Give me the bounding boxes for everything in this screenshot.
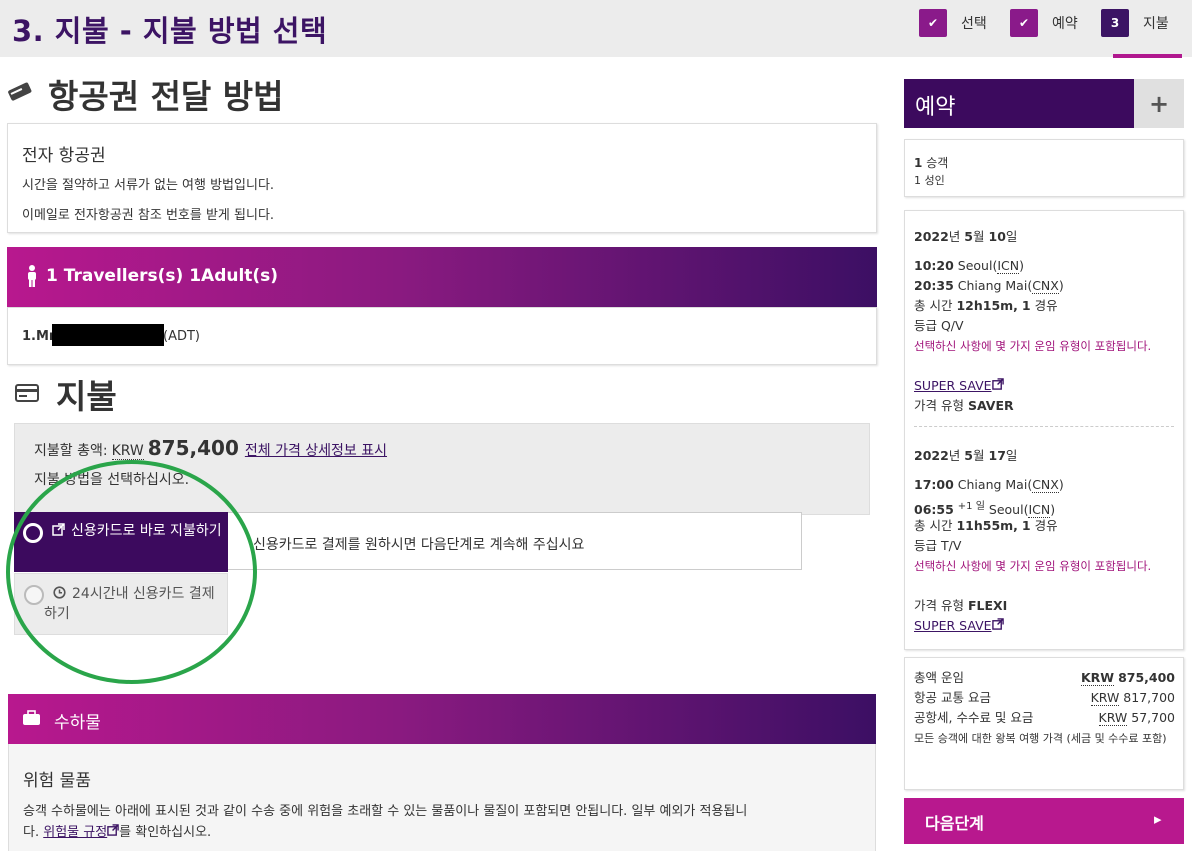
eticket-card: 전자 항공권 시간을 절약하고 서류가 없는 여행 방법입니다. 이메일로 전자…	[7, 123, 877, 233]
flight-summary: 2022년 5월 10일 10:20 Seoul(ICN) 20:35 Chia…	[904, 210, 1184, 650]
travellers-bar: 1 Travellers(s) 1Adult(s)	[7, 247, 877, 307]
step-payment[interactable]: 3 지불	[1101, 9, 1169, 37]
air-fare-label: 항공 교통 요금	[914, 690, 991, 705]
expand-button[interactable]: +	[1134, 79, 1184, 128]
dangerous-goods-text-2: 다.	[23, 825, 40, 840]
page-title: 3. 지불 - 지불 방법 선택	[12, 14, 328, 48]
step-select[interactable]: ✔ 선택	[919, 9, 987, 37]
dangerous-goods-rules-link[interactable]: 위험물 규정	[43, 825, 107, 840]
flight-class: 등급 T/V	[914, 538, 962, 553]
next-step-label: 다음단계	[925, 814, 984, 833]
flight-duration: 총 시간 11h55m, 1 경유	[914, 518, 1058, 533]
eticket-title: 전자 항공권	[22, 146, 106, 166]
briefcase-icon	[22, 710, 41, 730]
step-reserve[interactable]: ✔ 예약	[1010, 9, 1078, 37]
air-fare-currency: KRW	[1090, 690, 1120, 706]
fare-note: 선택하신 사항에 몇 가지 운임 유형이 포함됩니다.	[914, 559, 1152, 573]
taxes-currency: KRW	[1098, 710, 1128, 726]
person-icon	[26, 265, 38, 291]
eticket-line1: 시간을 절약하고 서류가 없는 여행 방법입니다.	[22, 178, 275, 193]
fare-type: 가격 유형 FLEXI	[914, 598, 1008, 613]
price-summary: 총액 운임 KRW 875,400 항공 교통 요금 KRW 817,700 공…	[904, 657, 1184, 790]
super-save-link[interactable]: SUPER SAVE	[914, 616, 1004, 636]
travellers-label: 1 Travellers(s) 1Adult(s)	[46, 266, 279, 286]
total-amount: 875,400	[147, 436, 239, 460]
eticket-line2: 이메일로 전자항공권 참조 번호를 받게 됩니다.	[22, 208, 275, 223]
total-fare-currency: KRW	[1080, 670, 1115, 686]
flight-divider	[914, 426, 1174, 427]
active-step-indicator	[1113, 54, 1182, 58]
total-fare-label: 총액 운임	[914, 670, 964, 685]
step-label: 예약	[1052, 16, 1078, 32]
baggage-bar: 수하물	[8, 694, 876, 744]
payment-heading: 지불	[56, 377, 117, 416]
traveller-list: 1.Mr. (ADT)	[7, 307, 877, 365]
passenger-detail: 1 성인	[914, 174, 945, 187]
credit-card-icon	[15, 383, 39, 407]
taxes-amount: 57,700	[1131, 710, 1175, 725]
dangerous-goods-text-3: 를 확인하십시오.	[119, 825, 212, 840]
step-number: 3	[1101, 9, 1129, 37]
ticket-delivery-heading: 항공권 전달 방법	[48, 77, 284, 116]
booking-summary-header: 예약 +	[904, 79, 1184, 128]
super-save-link[interactable]: SUPER SAVE	[914, 376, 1004, 396]
external-link-icon	[107, 824, 119, 840]
total-label: 지불할 총액:	[34, 443, 108, 459]
baggage-content: 위험 물품 승객 수하물에는 아래에 표시된 것과 같이 수송 중에 위험을 초…	[8, 744, 876, 851]
redacted-name	[52, 324, 164, 346]
flight-departure: 10:20 Seoul(ICN)	[914, 258, 1024, 274]
payment-method-note: 신용카드로 결제를 원하시면 다음단계로 계속해 주십시요	[253, 537, 585, 553]
ticket-icon	[8, 80, 32, 108]
total-fare-amount: 875,400	[1118, 670, 1175, 685]
external-link-icon	[991, 378, 1004, 393]
flight-departure: 17:00 Chiang Mai(CNX)	[914, 477, 1064, 493]
highlight-annotation-circle	[6, 460, 257, 684]
currency-label: KRW	[111, 443, 144, 460]
step-label: 지불	[1143, 16, 1169, 32]
baggage-label: 수하물	[54, 713, 101, 733]
dangerous-goods-title: 위험 물품	[23, 771, 91, 791]
air-fare-amount: 817,700	[1123, 690, 1175, 705]
passenger-summary: 1 승객 1 성인	[904, 139, 1184, 197]
flight-duration: 총 시간 12h15m, 1 경유	[914, 298, 1058, 313]
step-label: 선택	[961, 16, 987, 32]
taxes-label: 공항세, 수수료 및 요금	[914, 710, 1034, 725]
price-details-link[interactable]: 전체 가격 상세정보 표시	[245, 440, 387, 460]
chevron-right-icon: ▸	[1154, 810, 1162, 828]
external-link-icon	[991, 618, 1004, 633]
flight-date: 2022년 5월 17일	[914, 448, 1018, 463]
check-icon: ✔	[1010, 9, 1038, 37]
flight-date: 2022년 5월 10일	[914, 229, 1018, 244]
flight-arrival: 20:35 Chiang Mai(CNX)	[914, 278, 1064, 294]
fare-type: 가격 유형 SAVER	[914, 398, 1014, 413]
dangerous-goods-text: 승객 수하물에는 아래에 표시된 것과 같이 수송 중에 위험을 초래할 수 있…	[23, 804, 748, 819]
fare-note: 선택하신 사항에 몇 가지 운임 유형이 포함됩니다.	[914, 339, 1152, 353]
passenger-count: 1	[914, 156, 923, 170]
flight-class: 등급 Q/V	[914, 318, 964, 333]
check-icon: ✔	[919, 9, 947, 37]
price-note: 모든 승객에 대한 왕복 여행 가격 (세금 및 수수료 포함)	[914, 732, 1167, 745]
booking-summary-title: 예약	[915, 95, 956, 120]
passenger-count-label: 승객	[926, 156, 949, 170]
next-step-button[interactable]: 다음단계 ▸	[904, 798, 1184, 844]
traveller-suffix: (ADT)	[163, 329, 200, 344]
